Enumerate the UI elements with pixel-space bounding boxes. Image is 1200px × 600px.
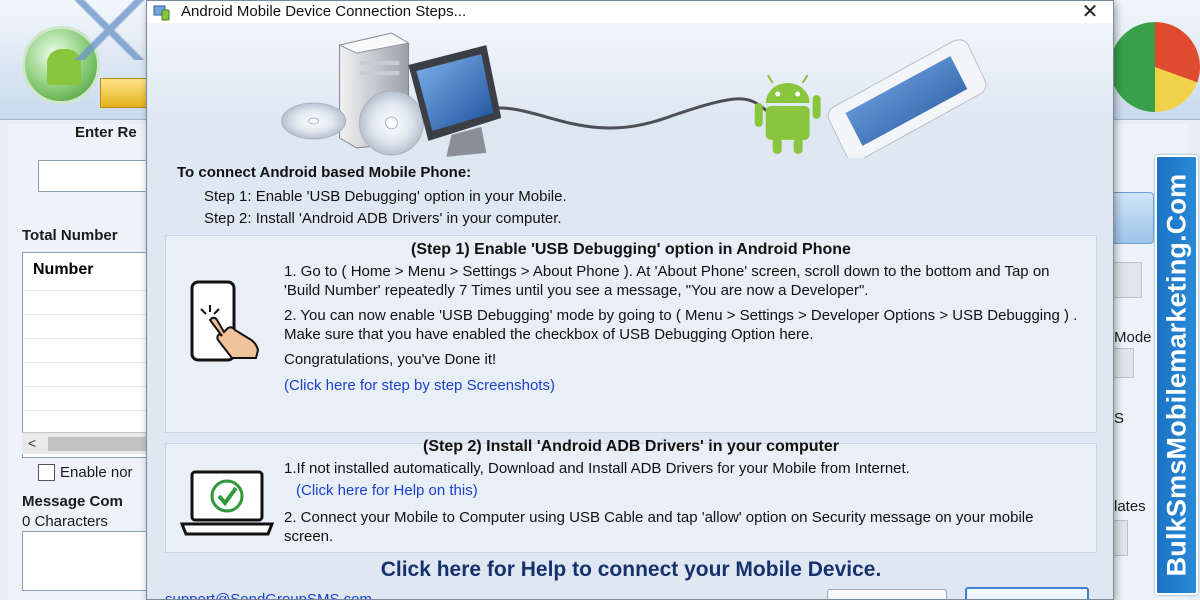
step2-para-1: 1.If not installed automatically, Downlo… (284, 460, 910, 477)
total-numbers-label: Total Number (22, 227, 118, 244)
android-robot-icon (754, 74, 821, 154)
mode-field[interactable] (1112, 348, 1134, 378)
s-label: S (1114, 410, 1125, 427)
side-grey-field[interactable] (1112, 262, 1142, 298)
dialog-primary-button[interactable] (965, 587, 1089, 599)
app-icon (153, 5, 170, 21)
support-email-link[interactable]: support@SendGroupSMS.com (165, 591, 372, 599)
enable-checkbox[interactable] (38, 464, 55, 481)
step1-screenshots-link[interactable]: (Click here for step by step Screenshots… (284, 377, 1082, 396)
step1-title: (Step 1) Enable 'USB Debugging' option i… (411, 241, 851, 258)
monitor-icon (408, 45, 502, 157)
dialog-secondary-button[interactable] (827, 589, 947, 599)
templates-field[interactable] (1112, 520, 1128, 556)
connection-steps-dialog: Android Mobile Device Connection Steps..… (146, 0, 1114, 600)
step2-help-link[interactable]: (Click here for Help on this) (284, 482, 1082, 501)
intro-step-2: Step 2: Install 'Android ADB Drivers' in… (204, 210, 562, 227)
side-website-banner[interactable]: BulkSmsMobilemarketing.Com (1155, 155, 1198, 595)
scroll-left-icon[interactable]: < (28, 435, 36, 451)
phone-tap-icon (190, 280, 260, 362)
enter-recipient-label: Enter Re (75, 124, 137, 141)
message-composer-label: Message Com (22, 493, 123, 510)
characters-count: 0 Characters (22, 513, 108, 530)
intro-heading: To connect Android based Mobile Phone: (177, 164, 472, 181)
step1-done-text: Congratulations, you've Done it! (284, 351, 497, 368)
intro-step-1: Step 1: Enable 'USB Debugging' option in… (204, 188, 567, 205)
mode-label: Mode (1114, 329, 1152, 346)
step2-panel: (Step 2) Install 'Android ADB Drivers' i… (165, 438, 1097, 553)
step1-para-1: 1. Go to ( Home > Menu > Settings > Abou… (284, 263, 1050, 299)
grid-header-number: Number (23, 253, 147, 291)
recipient-input[interactable] (38, 160, 148, 192)
step1-instructions: 1. Go to ( Home > Menu > Settings > Abou… (284, 263, 1082, 395)
toolbar-yellow-icon (100, 78, 150, 108)
message-textarea[interactable] (22, 531, 148, 591)
close-icon[interactable]: ✕ (1067, 1, 1113, 23)
step1-panel: (Step 1) Enable 'USB Debugging' option i… (165, 235, 1097, 433)
step2-instructions: 1.If not installed automatically, Downlo… (284, 460, 1082, 546)
step2-para-2: 2. Connect your Mobile to Computer using… (284, 509, 1034, 545)
envelope-icon (70, 0, 150, 60)
dialog-title: Android Mobile Device Connection Steps..… (181, 3, 467, 20)
numbers-grid[interactable]: Number (22, 252, 148, 458)
scrollbar-thumb[interactable] (48, 437, 148, 451)
step2-title: (Step 2) Install 'Android ADB Drivers' i… (423, 438, 839, 455)
intro-section: To connect Android based Mobile Phone: S… (177, 164, 567, 230)
smartphone-icon (827, 39, 987, 158)
enable-checkbox-label: Enable nor (60, 464, 133, 481)
dialog-body: To connect Android based Mobile Phone: S… (147, 23, 1113, 599)
dialog-titlebar[interactable]: Android Mobile Device Connection Steps..… (147, 1, 1113, 23)
grid-horizontal-scrollbar[interactable]: < (22, 432, 148, 454)
mobile-connect-help-link[interactable]: Click here for Help to connect your Mobi… (147, 558, 1113, 582)
pie-chart-icon (1110, 22, 1200, 112)
templates-label: lates (1114, 498, 1146, 515)
device-connection-illustration (281, 32, 987, 158)
laptop-check-icon (180, 470, 274, 536)
step1-para-2: 2. You can now enable 'USB Debugging' mo… (284, 307, 1078, 343)
